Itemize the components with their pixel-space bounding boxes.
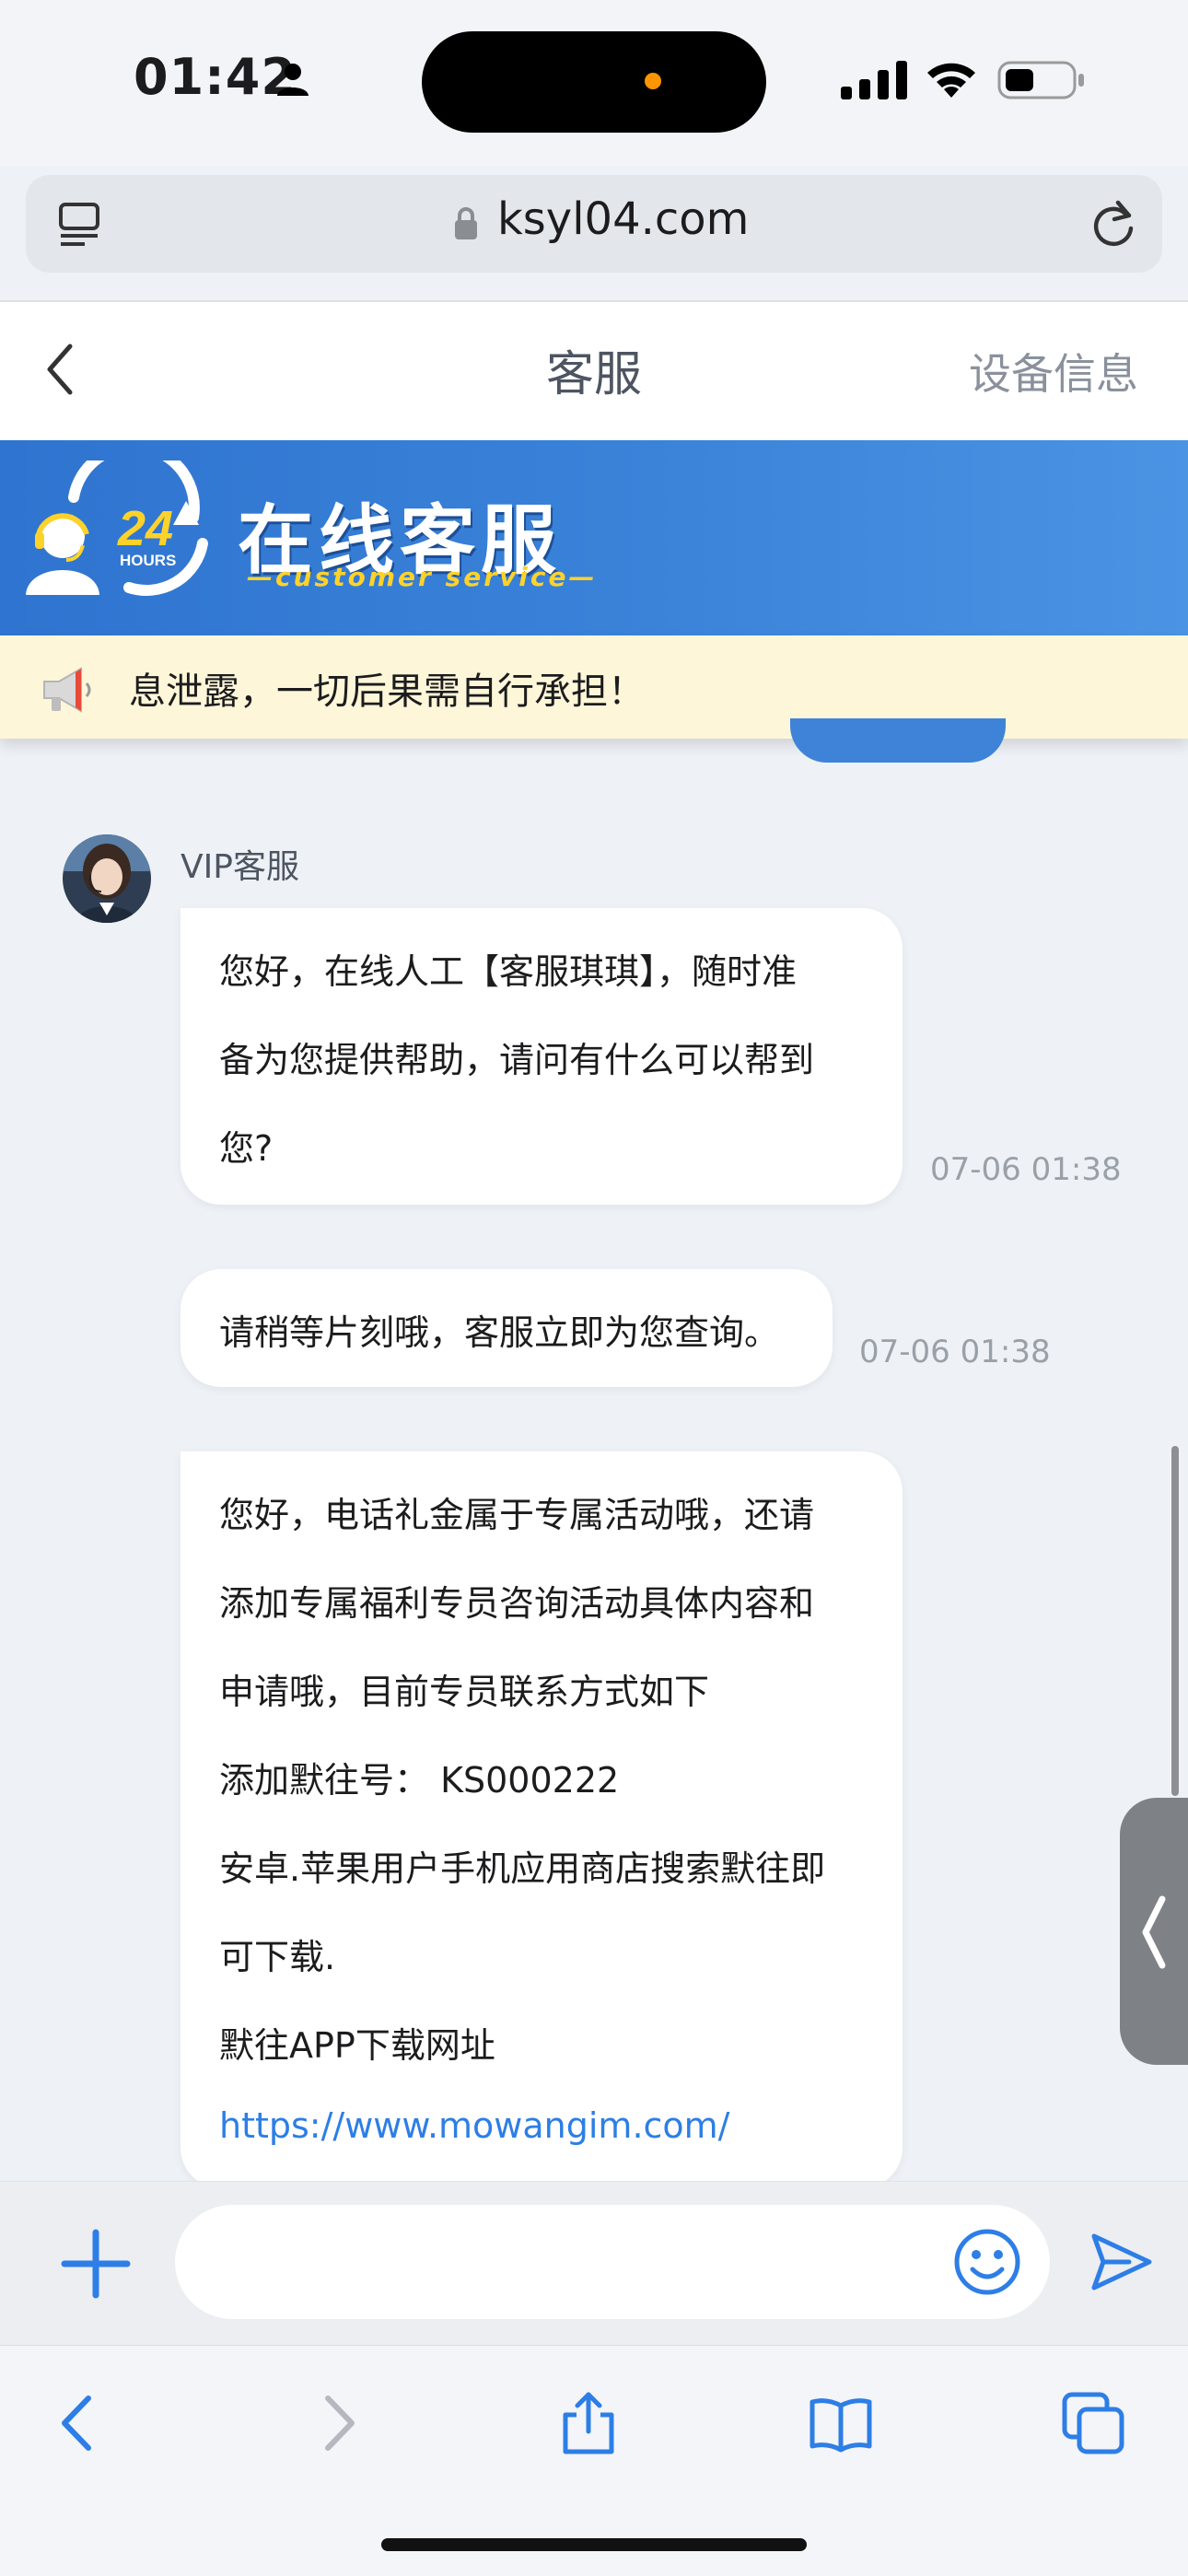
bookmarks-icon[interactable] bbox=[809, 2391, 873, 2455]
logo-caption: HOURS bbox=[120, 552, 176, 569]
logo-number: 24 bbox=[117, 501, 173, 556]
message-timestamp: 07-06 01:38 bbox=[930, 1151, 1122, 1188]
chevron-left-icon bbox=[1142, 1895, 1166, 1969]
download-link[interactable]: https://www.mowangim.com/ bbox=[219, 2105, 730, 2146]
tabs-icon[interactable] bbox=[57, 201, 105, 249]
home-indicator[interactable] bbox=[381, 2538, 807, 2551]
message-line: 请稍等片刻哦，客服立即为您查询。 bbox=[219, 1312, 780, 1353]
wifi-icon bbox=[927, 63, 975, 98]
plus-icon[interactable] bbox=[59, 2227, 133, 2301]
message-line: 申请哦，目前专员联系方式如下 bbox=[219, 1672, 710, 1712]
signal-icon bbox=[841, 61, 907, 99]
agent-message-bubble: 请稍等片刻哦，客服立即为您查询。 bbox=[181, 1269, 833, 1387]
lock-icon bbox=[455, 207, 477, 239]
message-input[interactable] bbox=[175, 2205, 1050, 2319]
megaphone-icon bbox=[43, 667, 91, 713]
agent-name: VIP客服 bbox=[181, 848, 299, 886]
banner-subtitle: —customer service— bbox=[247, 562, 598, 592]
battery-icon bbox=[997, 61, 1084, 99]
agent-message-bubble: 您好，在线人工【客服琪琪】，随时准 备为您提供帮助，请问有什么可以帮到 您? bbox=[181, 908, 903, 1205]
partially-hidden-button[interactable] bbox=[790, 718, 1006, 763]
avatar-image bbox=[63, 834, 151, 923]
share-icon[interactable] bbox=[556, 2391, 621, 2455]
back-icon[interactable] bbox=[48, 2391, 112, 2455]
emoji-icon[interactable] bbox=[952, 2227, 1022, 2297]
message-line: 默往APP下载网址 bbox=[219, 2025, 495, 2066]
message-line: 您好，电话礼金属于专属活动哦，还请 bbox=[219, 1495, 815, 1535]
message-line: 备为您提供帮助，请问有什么可以帮到 bbox=[219, 1040, 815, 1080]
send-icon[interactable] bbox=[1089, 2229, 1155, 2295]
agent-message-bubble: 您好，电话礼金属于专属活动哦，还请 添加专属福利专员咨询活动具体内容和 申请哦，… bbox=[181, 1451, 903, 2188]
message-timestamp: 07-06 01:38 bbox=[859, 1334, 1051, 1370]
message-line: 您? bbox=[219, 1128, 274, 1169]
24-hours-logo: 24 HOURS bbox=[26, 460, 208, 596]
device-info-button[interactable]: 设备信息 bbox=[969, 341, 1138, 402]
message-line: 安卓.苹果用户手机应用商店搜索默往即 bbox=[219, 1848, 826, 1889]
notice-marquee-text: 息泄露，一切后果需自行承担！ bbox=[129, 670, 645, 713]
reload-icon[interactable] bbox=[1089, 197, 1138, 249]
agent-avatar bbox=[63, 834, 151, 923]
url-text[interactable]: ksyl04.com bbox=[497, 193, 749, 245]
dynamic-island bbox=[422, 31, 766, 133]
message-line: 您好，在线人工【客服琪琪】，随时准 bbox=[219, 951, 798, 992]
person-icon bbox=[277, 64, 309, 96]
tabs-overview-icon[interactable] bbox=[1061, 2391, 1125, 2455]
message-line: 添加默往号： KS000222 bbox=[219, 1760, 620, 1801]
status-time: 01:42 bbox=[134, 48, 297, 106]
privacy-indicator-dot bbox=[645, 73, 661, 89]
message-line: 添加专属福利专员咨询活动具体内容和 bbox=[219, 1583, 815, 1624]
scrollbar-thumb[interactable] bbox=[1171, 1446, 1179, 1796]
forward-icon[interactable] bbox=[304, 2391, 368, 2455]
message-line: 可下载. bbox=[219, 1937, 336, 1977]
